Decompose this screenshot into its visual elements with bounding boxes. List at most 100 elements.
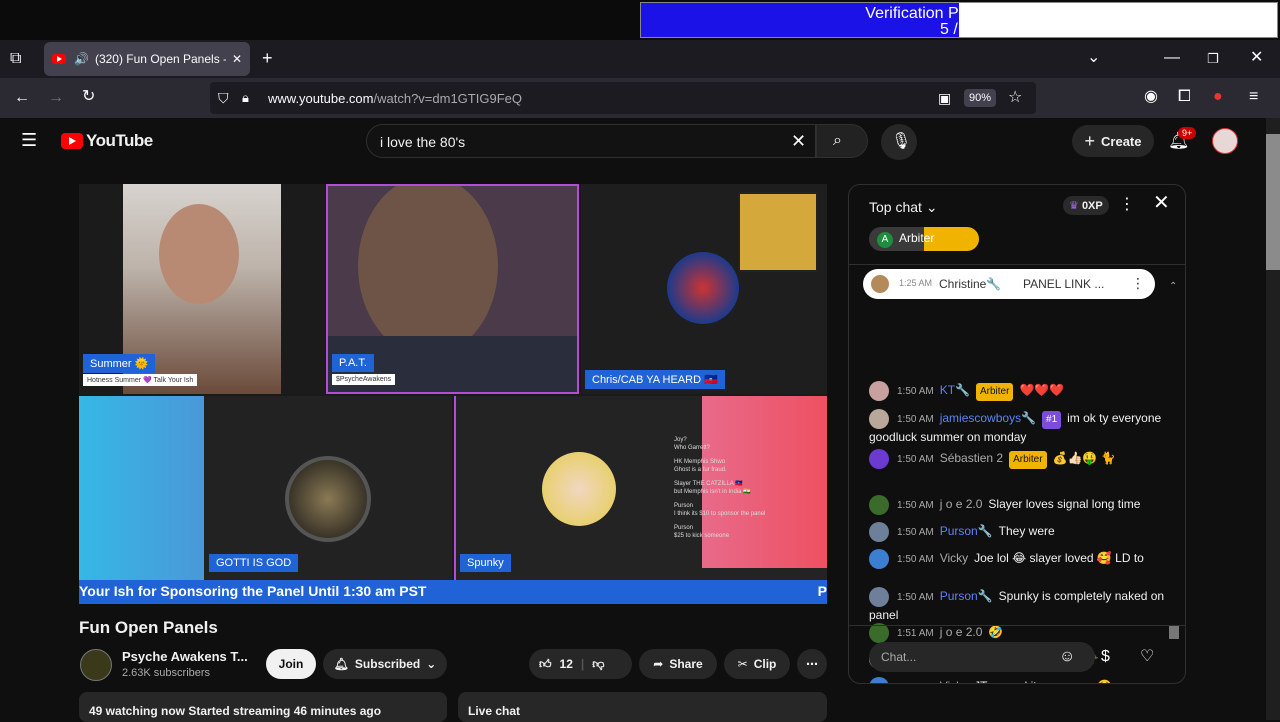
chat-author-avatar[interactable] — [869, 409, 889, 429]
address-bar[interactable]: ⛉ 🔒︎ www.youtube.com/watch?v=dm1GTIG9FeQ… — [210, 82, 1036, 114]
chat-message[interactable]: 1:50 AM Sébastien 2 Arbiter 💰👍🏻🤑 🐈 — [869, 449, 1169, 470]
like-count[interactable]: 12 — [560, 657, 573, 671]
chat-author-badge[interactable]: Arbiter — [975, 383, 1014, 402]
chat-author-name[interactable]: jamiescowboys🔧 — [940, 411, 1036, 425]
back-icon[interactable]: ← — [14, 90, 30, 106]
chat-more-icon[interactable]: ⋮ — [1119, 197, 1135, 213]
xp-badge[interactable]: ♛ 0XP — [1063, 196, 1109, 215]
chat-message[interactable]: 1:50 AM Purson🔧 They were — [869, 522, 1169, 542]
chat-author-name[interactable]: j o e 2.0 — [940, 625, 983, 639]
close-window-icon[interactable]: ✕ — [1250, 50, 1263, 66]
spunky-cell: Joy? Who Garrett? HK Memphis Shwo Ghost … — [454, 396, 827, 580]
channel-name[interactable]: Psyche Awakens T... — [122, 649, 248, 664]
picture-in-picture-icon[interactable]: ▣ — [938, 90, 951, 106]
arbiter-pill[interactable]: A Arbiter — [869, 227, 979, 251]
chat-message[interactable]: 1:50 AM KT🔧 Arbiter ❤️❤️❤️ — [869, 381, 1169, 402]
video-player[interactable]: Summer 🌞 Hotness Summer 💜 Talk Your Ish … — [79, 184, 827, 604]
menu-icon[interactable]: ≡ — [1249, 89, 1258, 105]
zoom-level[interactable]: 90% — [964, 89, 997, 107]
hamburger-menu-icon[interactable]: ☰ — [21, 131, 37, 149]
close-tab-icon[interactable]: ✕ — [232, 52, 242, 66]
chat-author-name[interactable]: Purson🔧 — [940, 524, 993, 538]
summer-face — [159, 204, 239, 304]
scroll-up-icon[interactable]: ⌃ — [1169, 281, 1177, 292]
chat-message[interactable]: 1:51 AM Vicky JT no and it was gross 🤮 — [869, 677, 1169, 683]
chat-author-name[interactable]: j o e 2.0 — [940, 497, 983, 511]
bookmark-star-icon[interactable]: ☆ — [1008, 90, 1022, 106]
youtube-logo-text[interactable]: YouTube — [86, 131, 153, 151]
pinned-message[interactable]: 1:25 AM Christine🔧 PANEL LINK ... ⋮ — [863, 269, 1155, 299]
top-chat-dropdown[interactable]: Top chat ⌄ — [869, 199, 938, 216]
user-avatar[interactable] — [1212, 128, 1238, 154]
chris-name-label: Chris/CAB YA HEARD 🇭🇹 — [585, 370, 725, 389]
chat-author-avatar[interactable] — [869, 587, 889, 607]
browser-tab[interactable]: 🔊 (320) Fun Open Panels - YouTube ✕ — [44, 42, 250, 76]
search-input[interactable]: i love the 80's ✕ — [366, 124, 816, 158]
account-icon[interactable]: ◉ — [1144, 89, 1158, 105]
summer-name-label: Summer 🌞 — [83, 354, 156, 373]
lock-icon[interactable]: 🔒︎ — [242, 90, 249, 106]
microphone-icon: 🎙︎ — [891, 133, 912, 150]
share-button[interactable]: ➦ Share — [639, 649, 717, 679]
chat-author-name[interactable]: Sébastien 2 — [940, 451, 1003, 465]
emoji-icon[interactable]: ☺ — [1059, 649, 1075, 665]
pat-face — [358, 186, 498, 356]
chat-author-badge[interactable]: #1 — [1042, 411, 1062, 430]
chat-author-name[interactable]: Vicky — [940, 551, 968, 565]
chat-author-avatar[interactable] — [869, 522, 889, 542]
close-chat-icon[interactable]: ✕ — [1153, 193, 1170, 213]
page-scrollbar[interactable] — [1266, 118, 1280, 720]
clip-button[interactable]: ✂ Clip — [724, 649, 790, 679]
chat-author-name[interactable]: Vicky — [940, 679, 968, 683]
chat-header: Top chat ⌄ ♛ 0XP ⋮ ✕ A Arbiter — [849, 185, 1185, 265]
join-button[interactable]: Join — [266, 649, 316, 679]
extension-red-icon[interactable]: ● — [1213, 89, 1223, 105]
search-button[interactable]: ⌕ — [816, 124, 868, 158]
chat-timestamp: 1:50 AM — [897, 592, 934, 604]
extensions-icon[interactable]: ⧠ — [1178, 89, 1191, 105]
chat-author-avatar[interactable] — [869, 549, 889, 569]
chat-author-name[interactable]: Purson🔧 — [940, 589, 993, 603]
chat-author-avatar[interactable] — [869, 623, 889, 643]
chat-message[interactable]: 1:50 AM jamiescowboys🔧 #1 im ok ty everyone… — [869, 409, 1169, 445]
live-chat-summary[interactable]: Live chat — [458, 692, 827, 722]
chat-message[interactable]: 1:50 AM j o e 2.0 Slayer loves signal long… — [869, 495, 1169, 515]
shield-icon[interactable]: ⛉ — [218, 90, 229, 106]
new-tab-icon[interactable]: + — [262, 49, 273, 67]
chat-author-avatar[interactable] — [869, 449, 889, 469]
pinned-more-icon[interactable]: ⋮ — [1131, 275, 1145, 292]
create-button[interactable]: + Create — [1072, 125, 1154, 157]
chat-message[interactable]: 1:51 AM j o e 2.0 🤣 — [869, 623, 1169, 643]
chat-message[interactable]: 1:50 AM Vicky Joe lol 😂 slayer loved 🥰 LD … — [869, 549, 1169, 569]
url-text[interactable]: www.youtube.com/watch?v=dm1GTIG9FeQ — [268, 91, 522, 106]
chat-scrollbar[interactable]: ⌃ — [1169, 281, 1179, 639]
clear-search-icon[interactable]: ✕ — [791, 132, 806, 150]
chat-author-avatar[interactable] — [869, 495, 889, 515]
tab-list-icon[interactable]: ⧉ — [10, 51, 21, 67]
voice-search-button[interactable]: 🎙︎ — [881, 124, 917, 160]
chat-author-name[interactable]: KT🔧 — [940, 383, 970, 397]
chevron-down-icon[interactable]: ⌄ — [1087, 50, 1100, 66]
reload-icon[interactable]: ↻ — [82, 89, 95, 105]
chat-author-badge[interactable]: Arbiter — [1009, 451, 1047, 470]
youtube-logo-icon[interactable] — [61, 133, 83, 149]
chat-message[interactable]: 1:50 AM Purson🔧 Spunky is completely naked… — [869, 587, 1169, 623]
scroll-thumb[interactable] — [1169, 625, 1179, 639]
chat-author-avatar[interactable] — [869, 381, 889, 401]
dislike-icon[interactable]: 👎︎ — [592, 657, 604, 672]
like-icon[interactable]: 👍︎ — [539, 657, 552, 672]
inner-chat-name: Joy? — [674, 437, 687, 443]
chat-author-avatar[interactable] — [869, 677, 889, 683]
subscribed-button[interactable]: 🔔︎ Subscribed ⌄ — [323, 649, 447, 679]
search-value: i love the 80's — [380, 134, 466, 150]
speaker-icon[interactable]: 🔊 — [74, 52, 89, 66]
page-scroll-thumb[interactable] — [1266, 134, 1280, 270]
minimize-icon[interactable]: — — [1164, 50, 1180, 66]
super-chat-icon[interactable]: $ — [1101, 649, 1110, 665]
heart-icon[interactable]: ♡ — [1140, 649, 1154, 665]
forward-icon[interactable]: → — [48, 90, 64, 106]
more-actions-button[interactable]: ⋯ — [797, 649, 827, 679]
restore-icon[interactable]: ❐ — [1207, 51, 1219, 67]
channel-avatar[interactable] — [80, 649, 112, 681]
watching-summary[interactable]: 49 watching now Started streaming 46 min… — [79, 692, 447, 722]
